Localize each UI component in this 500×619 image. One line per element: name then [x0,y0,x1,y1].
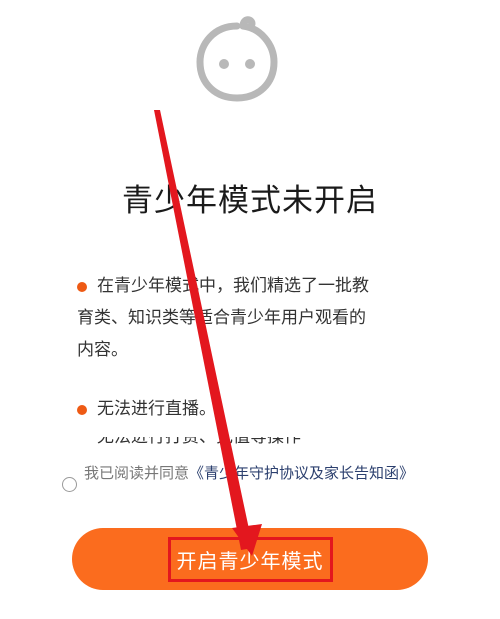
bullet-text: 无法进行打赏、充值等操作 [97,437,301,447]
agreement-link[interactable]: 《青少年守护协议及家长告知函》 [189,464,414,482]
list-item-partial: 无法进行打赏、充值等操作 [77,437,417,449]
bullet-text-line: 育类、知识类等适合青少年用户观看的 [77,308,366,328]
enable-teen-mode-label: 开启青少年模式 [167,536,333,582]
bullet-dot-icon [77,282,87,292]
baby-face-icon [196,16,278,102]
bullet-text-line: 在青少年模式中，我们精选了一批教 [97,276,369,296]
list-item: 在青少年模式中，我们精选了一批教 育类、知识类等适合青少年用户观看的 内容。 [77,270,417,366]
bullet-text-line: 内容。 [77,340,128,360]
agreement-prefix: 我已阅读并同意 [84,464,190,482]
agreement-row: 我已阅读并同意《青少年守护协议及家长告知函》 [62,462,432,492]
list-item: 无法进行直播。 [77,393,417,425]
bullet-dot-icon [77,405,87,415]
enable-teen-mode-button[interactable]: 开启青少年模式 [72,528,428,590]
radio-unchecked-icon[interactable] [62,477,77,492]
page-title: 青少年模式未开启 [122,183,378,219]
bullet-text: 无法进行直播。 [97,399,216,419]
